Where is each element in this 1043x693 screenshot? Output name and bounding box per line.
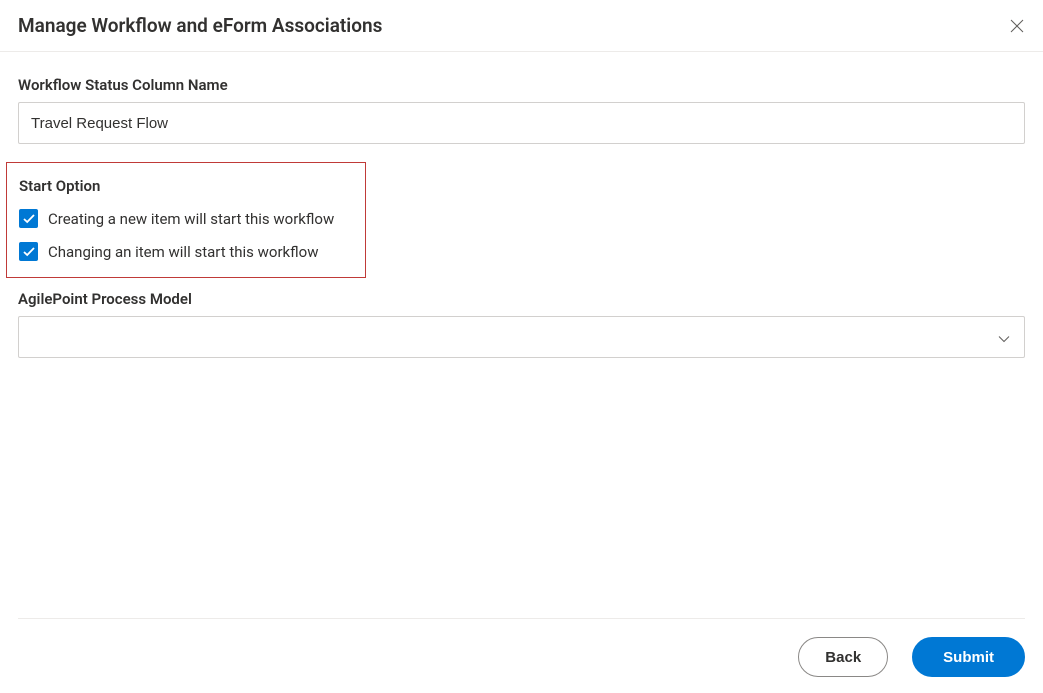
process-model-select[interactable] [18, 316, 1025, 358]
chevron-down-icon [998, 328, 1010, 347]
start-option-section: Start Option Creating a new item will st… [6, 162, 366, 278]
process-model-label: AgilePoint Process Model [18, 290, 1025, 308]
back-button[interactable]: Back [798, 637, 888, 677]
workflow-status-column-section: Workflow Status Column Name [18, 76, 1025, 144]
submit-button[interactable]: Submit [912, 637, 1025, 677]
dialog-footer: Back Submit [18, 618, 1025, 693]
dialog-header: Manage Workflow and eForm Associations [0, 0, 1043, 52]
dialog-title: Manage Workflow and eForm Associations [18, 14, 382, 37]
checkbox-change-item-label: Changing an item will start this workflo… [48, 243, 318, 261]
workflow-status-column-label: Workflow Status Column Name [18, 76, 1025, 94]
workflow-status-column-input[interactable] [18, 102, 1025, 144]
start-option-change-row: Changing an item will start this workflo… [19, 242, 353, 261]
start-option-create-row: Creating a new item will start this work… [19, 209, 353, 228]
start-option-label: Start Option [19, 177, 353, 195]
checkbox-change-item[interactable] [19, 242, 38, 261]
process-model-section: AgilePoint Process Model [18, 290, 1025, 358]
dialog-body: Workflow Status Column Name Start Option… [0, 52, 1043, 358]
close-icon[interactable] [1009, 18, 1025, 34]
checkbox-create-item-label: Creating a new item will start this work… [48, 210, 334, 228]
checkbox-create-item[interactable] [19, 209, 38, 228]
